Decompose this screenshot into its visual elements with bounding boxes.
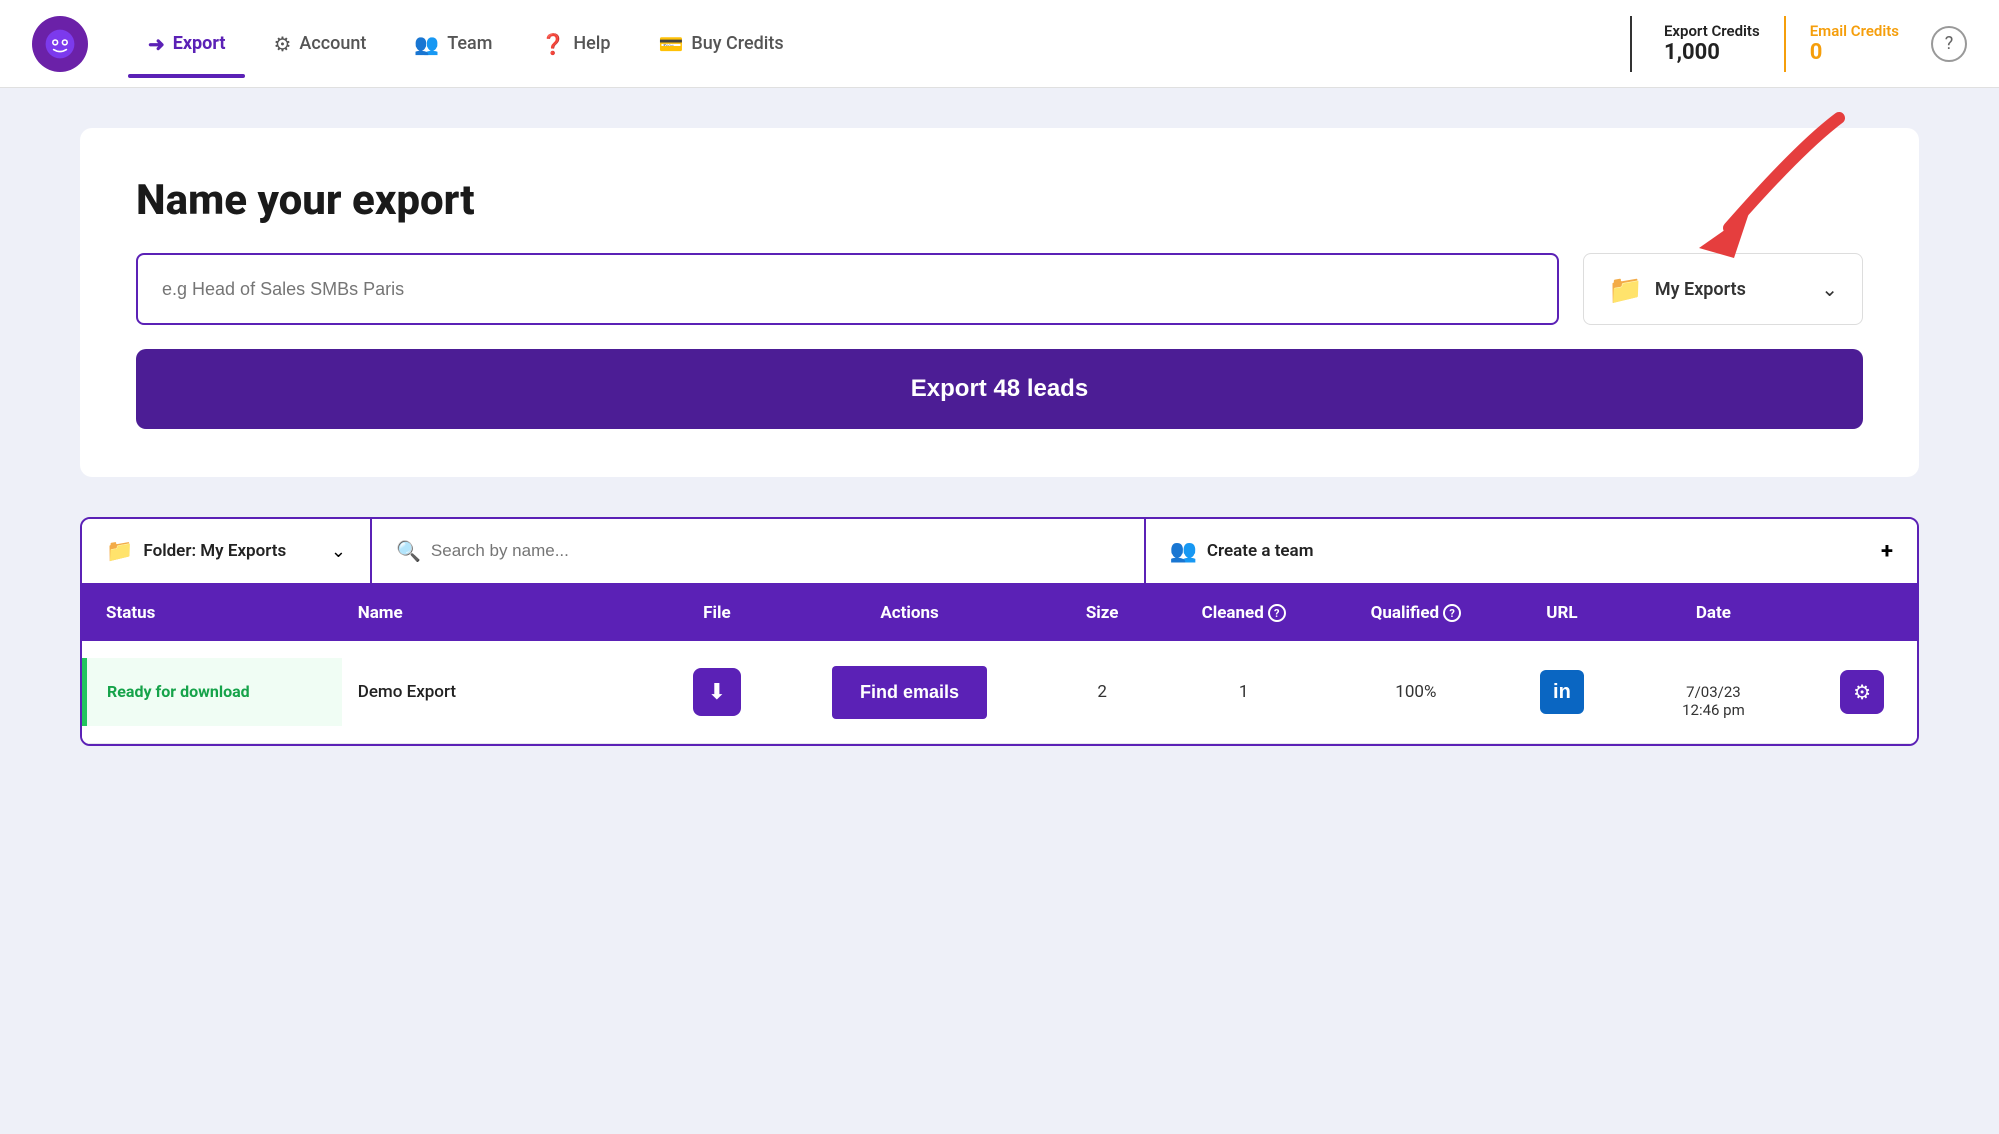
th-actions: Actions xyxy=(775,585,1045,641)
table-section: 📁 Folder: My Exports ⌄ 🔍 👥 Create a team… xyxy=(80,517,1919,746)
th-name: Name xyxy=(342,585,659,641)
nav-item-account-label: Account xyxy=(299,33,366,54)
td-file[interactable]: ⬇ xyxy=(659,641,774,744)
linkedin-button[interactable]: in xyxy=(1540,670,1584,714)
email-credits-label: Email Credits xyxy=(1810,22,1899,40)
nav-item-export-label: Export xyxy=(173,33,226,54)
gear-icon: ⚙ xyxy=(273,32,291,56)
folder-selector[interactable]: 📁 My Exports ⌄ xyxy=(1583,253,1863,325)
cleaned-info-icon: ? xyxy=(1268,604,1286,622)
export-name-input[interactable] xyxy=(136,253,1559,325)
credits-divider xyxy=(1630,16,1632,72)
th-url: URL xyxy=(1504,585,1619,641)
status-badge: Ready for download xyxy=(107,682,250,701)
card-icon: 💳 xyxy=(658,32,683,56)
team-icon: 👥 xyxy=(414,32,439,56)
nav-item-team-label: Team xyxy=(447,33,492,54)
nav-item-account[interactable]: ⚙ Account xyxy=(253,24,386,64)
td-actions[interactable]: Find emails xyxy=(775,641,1045,744)
th-qualified: Qualified ? xyxy=(1328,585,1505,641)
folder-filter-chevron: ⌄ xyxy=(331,541,346,562)
qualified-info-icon: ? xyxy=(1443,604,1461,622)
table-row: Ready for download Demo Export ⬇ Find em… xyxy=(82,641,1917,744)
th-cleaned: Cleaned ? xyxy=(1160,585,1328,641)
chevron-down-icon: ⌄ xyxy=(1821,277,1838,301)
nav-item-team[interactable]: 👥 Team xyxy=(394,24,512,64)
nav-right: Export Credits 1,000 Email Credits 0 ? xyxy=(1614,16,1967,72)
export-credits-label: Export Credits xyxy=(1664,22,1760,40)
export-icon: ➜ xyxy=(148,32,165,56)
nav-item-buy-credits-label: Buy Credits xyxy=(691,33,783,54)
td-cleaned: 1 xyxy=(1160,641,1328,744)
td-qualified: 100% xyxy=(1328,641,1505,744)
th-status: Status xyxy=(82,585,342,641)
search-icon: 🔍 xyxy=(396,539,421,563)
table-header-row: Status Name File Actions Size xyxy=(82,585,1917,641)
row-settings-button[interactable]: ⚙ xyxy=(1840,670,1884,714)
main-content: Name your export 📁 My Exports ⌄ Export 4… xyxy=(0,88,1999,786)
folder-selector-label: My Exports xyxy=(1655,279,1809,300)
export-card-row: 📁 My Exports ⌄ xyxy=(136,253,1863,325)
exports-table: Status Name File Actions Size xyxy=(82,585,1917,744)
table-controls: 📁 Folder: My Exports ⌄ 🔍 👥 Create a team… xyxy=(82,519,1917,585)
create-team-label: Create a team xyxy=(1207,541,1314,561)
td-size: 2 xyxy=(1044,641,1159,744)
email-credits-divider xyxy=(1784,16,1786,72)
question-icon[interactable]: ? xyxy=(1931,26,1967,62)
nav-item-buy-credits[interactable]: 💳 Buy Credits xyxy=(638,24,803,64)
help-icon: ❓ xyxy=(540,32,565,56)
td-settings[interactable]: ⚙ xyxy=(1807,641,1917,744)
nav-item-help[interactable]: ❓ Help xyxy=(520,24,630,64)
th-settings xyxy=(1807,585,1917,641)
navbar: ➜ Export ⚙ Account 👥 Team ❓ Help 💳 Buy C… xyxy=(0,0,1999,88)
nav-links: ➜ Export ⚙ Account 👥 Team ❓ Help 💳 Buy C… xyxy=(128,24,1614,64)
export-credits-value: 1,000 xyxy=(1664,40,1760,65)
email-credits-block: Email Credits 0 xyxy=(1794,22,1915,65)
nav-item-export[interactable]: ➜ Export xyxy=(128,24,245,64)
td-date: 7/03/23 12:46 pm xyxy=(1620,641,1808,744)
team-icon: 👥 xyxy=(1170,539,1197,564)
plus-icon: + xyxy=(1881,539,1893,564)
td-url[interactable]: in xyxy=(1504,641,1619,744)
download-button[interactable]: ⬇ xyxy=(693,668,741,716)
th-file: File xyxy=(659,585,774,641)
find-emails-button[interactable]: Find emails xyxy=(832,666,987,719)
folder-icon: 📁 xyxy=(1608,273,1643,306)
create-team-button[interactable]: 👥 Create a team + xyxy=(1146,519,1918,583)
folder-filter[interactable]: 📁 Folder: My Exports ⌄ xyxy=(82,519,372,583)
search-input[interactable] xyxy=(431,541,1120,561)
nav-item-help-label: Help xyxy=(573,33,610,54)
search-filter[interactable]: 🔍 xyxy=(372,519,1146,583)
export-card-title: Name your export xyxy=(136,176,1863,225)
th-date: Date xyxy=(1620,585,1808,641)
td-status: Ready for download xyxy=(82,641,342,744)
export-button[interactable]: Export 48 leads xyxy=(136,349,1863,429)
export-card: Name your export 📁 My Exports ⌄ Export 4… xyxy=(80,128,1919,477)
folder-filter-icon: 📁 xyxy=(106,539,133,564)
app-logo[interactable] xyxy=(32,16,88,72)
td-name: Demo Export xyxy=(342,641,659,744)
folder-filter-label: Folder: My Exports xyxy=(143,541,286,561)
email-credits-value: 0 xyxy=(1810,40,1899,65)
export-credits-block: Export Credits 1,000 xyxy=(1648,22,1776,65)
th-size: Size xyxy=(1044,585,1159,641)
